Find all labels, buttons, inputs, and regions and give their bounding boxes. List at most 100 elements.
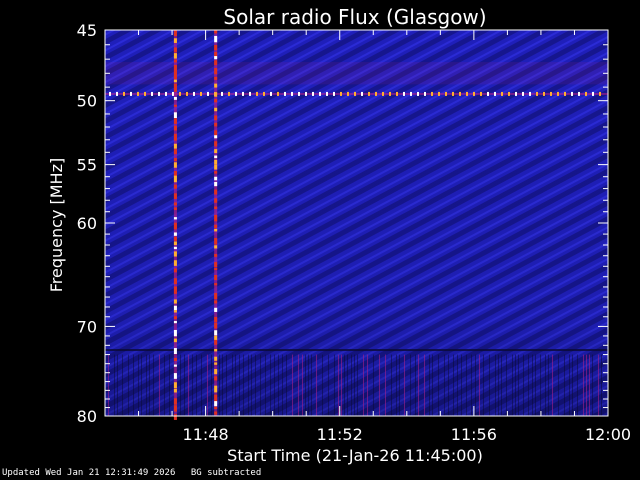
footer: Updated Wed Jan 21 12:31:49 2026 BG subt… [2, 468, 271, 478]
striation-mark [265, 354, 266, 416]
burst-segment-mark [173, 338, 177, 343]
striation-mark [475, 354, 476, 416]
interference-dot-mark [312, 91, 314, 96]
burst-segment-mark [173, 236, 177, 241]
burst-segment-mark [173, 193, 177, 199]
burst-segment-mark [173, 268, 177, 273]
striation-mark [302, 354, 303, 416]
burst-segment-mark [214, 349, 218, 352]
interference-dot-mark [242, 91, 244, 96]
striation-mark [418, 354, 419, 416]
burst-segment-mark [214, 198, 218, 203]
interference-dot-mark [466, 91, 468, 96]
y-tick-label: 60 [77, 214, 97, 233]
interference-dot-mark [305, 91, 307, 96]
interference-dot-mark [459, 91, 461, 96]
striation-mark [429, 354, 430, 416]
burst-segment-mark [173, 241, 177, 246]
striation-mark [432, 354, 433, 416]
interference-dot-mark [480, 91, 482, 96]
striation-mark [424, 354, 425, 416]
striation-mark [404, 354, 405, 416]
burst-segment-mark [214, 394, 218, 402]
striation-mark [572, 354, 573, 416]
striation-mark [308, 354, 309, 416]
burst-segment-mark [173, 138, 177, 141]
interference-dot-mark [235, 91, 237, 96]
striation-mark [438, 354, 439, 416]
burst-segment-mark [214, 322, 218, 329]
striation-mark [141, 354, 142, 416]
striation-mark [255, 354, 256, 416]
striation-mark [586, 354, 587, 416]
striation-mark [363, 354, 364, 416]
interference-dot-mark [340, 91, 342, 96]
striation-mark [169, 354, 170, 416]
striation-mark [601, 354, 602, 416]
interference-dot-mark [270, 91, 272, 96]
interference-dot-mark [368, 91, 370, 96]
x-axis-label: Start Time (21-Jan-26 11:45:00) [227, 446, 483, 465]
interference-dot-mark [585, 91, 587, 96]
striation-mark [523, 354, 524, 416]
interference-dot-mark [333, 91, 335, 96]
interference-dot-mark [109, 91, 111, 96]
burst-segment-mark [173, 382, 177, 389]
striation-mark [564, 354, 565, 416]
interference-dot-mark [123, 91, 125, 96]
interference-dot-mark [522, 91, 524, 96]
striation-mark [128, 354, 129, 416]
interference-dot-mark [116, 91, 118, 96]
interference-dot-mark [487, 91, 489, 96]
striation-mark [274, 354, 275, 416]
burst-segment-mark [173, 357, 177, 362]
interference-dot-mark [298, 91, 300, 96]
striation-mark [532, 354, 533, 416]
burst-segment-mark [214, 164, 218, 170]
striation-mark [498, 354, 499, 416]
burst-segment-mark [173, 207, 177, 211]
striation-mark [399, 354, 400, 416]
x-tick-label: 12:00 [585, 425, 631, 444]
burst-segment-mark [173, 125, 177, 131]
striation-mark [192, 354, 193, 416]
burst-segment-mark [214, 274, 218, 281]
striation-mark [379, 354, 380, 416]
burst-segment-mark [173, 217, 177, 220]
striation-mark [391, 354, 392, 416]
interference-dot-mark [389, 91, 391, 96]
interference-dot-mark [144, 91, 146, 96]
burst-segment-mark [214, 56, 218, 60]
interference-dot-mark [277, 91, 279, 96]
burst-segment-mark [214, 330, 218, 336]
interference-dot-mark [207, 91, 209, 96]
striation-mark [410, 354, 411, 416]
interference-dot-mark [130, 91, 132, 96]
striation-mark [489, 354, 490, 416]
striation-mark [338, 354, 339, 416]
interference-dot-mark [249, 91, 251, 96]
striation-mark [453, 354, 454, 416]
burst-segment-mark [214, 141, 218, 147]
burst-segment-mark [173, 305, 177, 311]
interference-dot-mark [508, 91, 510, 96]
interference-dot-mark [410, 91, 412, 96]
striation-mark [558, 354, 559, 416]
interference-dot-mark [291, 91, 293, 96]
interference-dot-mark [228, 91, 230, 96]
burst-segment-mark [214, 356, 218, 361]
interference-dot-mark [564, 91, 566, 96]
interference-dot-mark [557, 91, 559, 96]
interference-dot-mark [172, 91, 174, 96]
striation-mark [248, 354, 249, 416]
burst-segment-mark [173, 59, 177, 63]
striation-mark [483, 354, 484, 416]
striation-mark [515, 354, 516, 416]
striation-mark [211, 354, 212, 416]
burst-segment-mark [214, 30, 218, 34]
striation-mark [461, 354, 462, 416]
y-tick-label: 50 [77, 92, 97, 111]
striation-mark [201, 354, 202, 416]
striation-mark [196, 354, 197, 416]
striation-mark [251, 354, 252, 416]
